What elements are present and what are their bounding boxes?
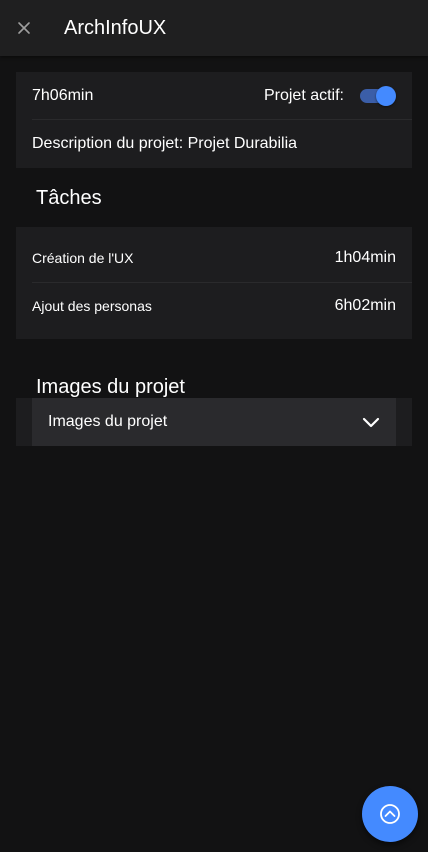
project-description-row: Description du projet: Projet Durabilia [32,120,396,168]
images-expansion-panel[interactable]: Images du projet [32,398,396,446]
images-title: Images du projet [36,376,185,398]
task-row[interactable]: Création de l'UX 1h04min [32,234,396,282]
toggle-thumb [376,86,396,106]
scroll-top-button[interactable] [362,786,418,842]
project-total-time: 7h06min [32,87,94,104]
app-title: ArchInfoUX [64,17,167,39]
project-time-row: 7h06min Projet actif: [32,72,396,120]
task-time: 6h02min [334,297,396,314]
chevron-down-icon [362,417,380,428]
chevron-up-circle-icon [380,804,400,824]
close-icon [18,22,30,34]
images-panel-label: Images du projet [48,413,168,430]
active-toggle-label: Projet actif: [263,87,344,104]
task-row[interactable]: Ajout des personas 6h02min [32,282,396,330]
task-name: Ajout des personas [32,298,152,314]
close-button[interactable] [12,16,36,40]
active-toggle-group: Projet actif: [264,86,396,106]
project-description: Description du projet: Projet Durabilia [32,135,298,152]
task-time: 1h04min [334,249,396,266]
top-app-bar: ArchInfoUX [0,0,428,56]
active-toggle[interactable] [360,86,396,106]
project-card: 7h06min Projet actif: Description du pro… [16,72,412,168]
tasks-title: Tâches [36,187,102,209]
tasks-card: Création de l'UX 1h04min Ajout des perso… [16,227,412,339]
task-name: Création de l'UX [32,250,134,266]
